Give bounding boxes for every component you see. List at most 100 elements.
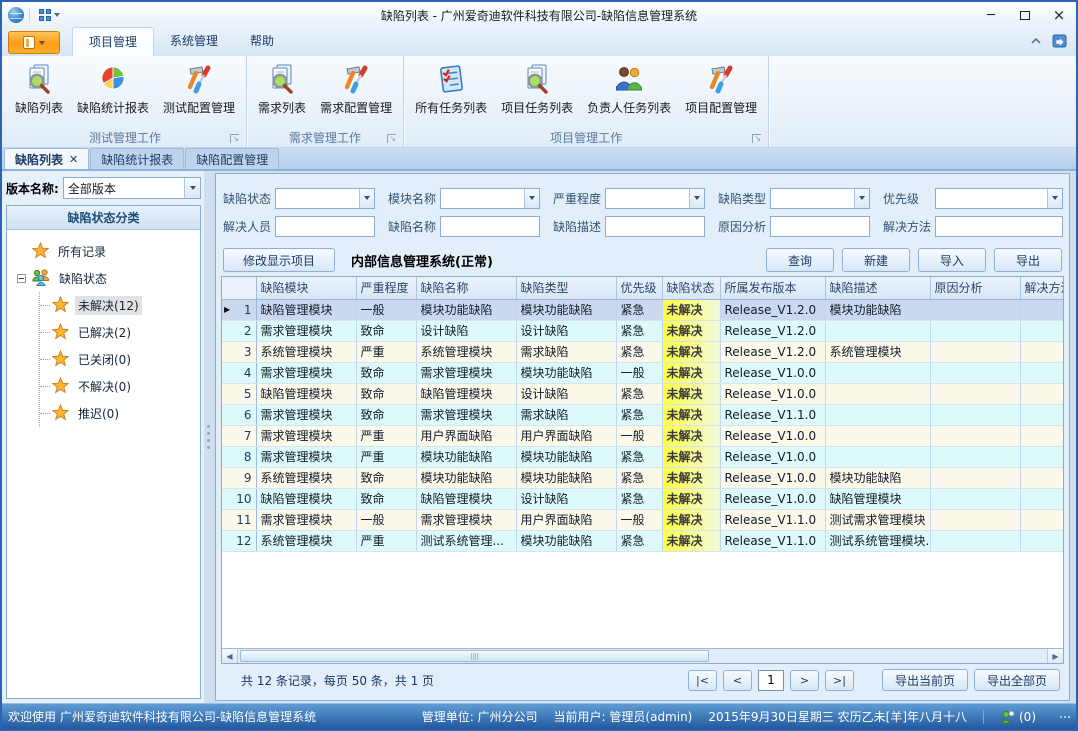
version-select[interactable]: 全部版本 xyxy=(63,177,201,199)
table-row[interactable]: 2需求管理模块致命设计缺陷设计缺陷紧急未解决Release_V1.2.0 xyxy=(222,320,1063,341)
table-row[interactable]: 10缺陷管理模块致命缺陷管理模块设计缺陷紧急未解决Release_V1.0.0缺… xyxy=(222,488,1063,509)
last-page-button[interactable]: >| xyxy=(825,670,854,691)
scrollbar-track[interactable] xyxy=(238,649,1047,663)
prev-page-button[interactable]: < xyxy=(723,670,752,691)
filter-input-缺陷描述[interactable] xyxy=(605,216,705,237)
grid-cell xyxy=(1020,362,1063,383)
tree-node[interactable]: 推迟(0) xyxy=(40,400,196,427)
statusbar-user-text: 当前用户: 管理员(admin) xyxy=(554,708,693,725)
maximize-button[interactable] xyxy=(1008,4,1042,26)
chevron-down-icon[interactable] xyxy=(524,189,539,208)
document-tab-缺陷配置管理[interactable]: 缺陷配置管理 xyxy=(185,148,279,169)
modify-display-items-button[interactable]: 修改显示项目 xyxy=(223,248,335,272)
filter-input-解决方法[interactable] xyxy=(935,216,1063,237)
tree-node[interactable]: 未解决(12) xyxy=(40,292,196,319)
filter-input-缺陷名称[interactable] xyxy=(440,216,540,237)
new-button[interactable]: 新建 xyxy=(842,248,910,272)
filter-dropdown-模块名称[interactable] xyxy=(440,188,540,209)
chevron-down-icon[interactable] xyxy=(854,189,869,208)
grid-cell: 严重 xyxy=(356,425,416,446)
tree-node[interactable]: 已关闭(0) xyxy=(40,346,196,373)
column-header-解决方法[interactable]: 解决方法 xyxy=(1020,277,1063,299)
filter-dropdown-缺陷类型[interactable] xyxy=(770,188,870,209)
dialog-launcher-icon[interactable]: ↘ xyxy=(387,134,396,143)
column-header-缺陷状态[interactable]: 缺陷状态 xyxy=(662,277,720,299)
ribbon-button[interactable]: 所有任务列表 xyxy=(408,60,494,118)
ribbon-button[interactable]: 需求配置管理 xyxy=(313,60,399,118)
resize-grip[interactable] xyxy=(1060,716,1070,718)
table-row[interactable]: 7需求管理模块严重用户界面缺陷用户界面缺陷一般未解决Release_V1.0.0 xyxy=(222,425,1063,446)
chevron-down-icon[interactable] xyxy=(359,189,374,208)
scroll-right-icon[interactable]: ▶ xyxy=(1047,649,1063,663)
close-button[interactable]: × xyxy=(1042,4,1076,26)
table-row[interactable]: ▶1缺陷管理模块一般模块功能缺陷模块功能缺陷紧急未解决Release_V1.2.… xyxy=(222,299,1063,320)
filter-dropdown-优先级[interactable] xyxy=(935,188,1063,209)
document-tab-缺陷列表[interactable]: 缺陷列表✕ xyxy=(4,148,89,169)
column-header-所属发布版本[interactable]: 所属发布版本 xyxy=(720,277,825,299)
tree-node[interactable]: 不解决(0) xyxy=(40,373,196,400)
chevron-down-icon[interactable] xyxy=(184,178,200,198)
filter-dropdown-严重程度[interactable] xyxy=(605,188,705,209)
filter-input-解决人员[interactable] xyxy=(275,216,375,237)
filter-input-原因分析[interactable] xyxy=(770,216,870,237)
column-header-原因分析[interactable]: 原因分析 xyxy=(930,277,1020,299)
grid-cell: 测试系统管理模块... xyxy=(825,530,930,551)
table-row[interactable]: 3系统管理模块严重系统管理模块需求缺陷紧急未解决Release_V1.2.0系统… xyxy=(222,341,1063,362)
column-header-严重程度[interactable]: 严重程度 xyxy=(356,277,416,299)
ribbon-button[interactable]: 项目任务列表 xyxy=(494,60,580,118)
column-header-缺陷模块[interactable]: 缺陷模块 xyxy=(256,277,356,299)
table-row[interactable]: 11需求管理模块一般需求管理模块用户界面缺陷一般未解决Release_V1.1.… xyxy=(222,509,1063,530)
ribbon-button[interactable]: 缺陷列表 xyxy=(8,60,70,118)
scroll-left-icon[interactable]: ◀ xyxy=(222,649,238,663)
page-number-input[interactable] xyxy=(758,670,784,691)
ribbon-tab-系统管理[interactable]: 系统管理 xyxy=(154,27,234,56)
next-page-button[interactable]: > xyxy=(790,670,819,691)
message-indicator[interactable]: (0) xyxy=(1000,710,1036,724)
help-window-icon[interactable] xyxy=(1052,33,1068,49)
chevron-down-icon[interactable] xyxy=(689,189,704,208)
quick-access-toolbar-button[interactable] xyxy=(35,7,64,23)
table-row[interactable]: 4需求管理模块致命需求管理模块模块功能缺陷一般未解决Release_V1.0.0 xyxy=(222,362,1063,383)
chevron-down-icon[interactable] xyxy=(1047,189,1062,208)
first-page-button[interactable]: |< xyxy=(688,670,717,691)
close-tab-icon[interactable]: ✕ xyxy=(69,153,78,166)
ribbon-button[interactable]: 负责人任务列表 xyxy=(580,60,678,118)
table-row[interactable]: 8需求管理模块严重模块功能缺陷模块功能缺陷紧急未解决Release_V1.0.0 xyxy=(222,446,1063,467)
dialog-launcher-icon[interactable]: ↘ xyxy=(752,134,761,143)
export-all-pages-button[interactable]: 导出全部页 xyxy=(974,669,1060,691)
export-button[interactable]: 导出 xyxy=(994,248,1062,272)
tree-node[interactable]: 已解决(2) xyxy=(40,319,196,346)
ribbon-button[interactable]: 项目配置管理 xyxy=(678,60,764,118)
collapse-ribbon-icon[interactable] xyxy=(1030,37,1042,45)
ribbon-tab-帮助[interactable]: 帮助 xyxy=(234,27,290,56)
grid-cell: 测试需求管理模块 xyxy=(825,509,930,530)
main-panel: 缺陷状态模块名称严重程度缺陷类型优先级 解决人员缺陷名称缺陷描述原因分析解决方法… xyxy=(215,173,1070,701)
table-row[interactable]: 12系统管理模块严重测试系统管理...模块功能缺陷紧急未解决Release_V1… xyxy=(222,530,1063,551)
table-row[interactable]: 5缺陷管理模块致命缺陷管理模块设计缺陷紧急未解决Release_V1.0.0 xyxy=(222,383,1063,404)
column-header-优先级[interactable]: 优先级 xyxy=(616,277,662,299)
import-button[interactable]: 导入 xyxy=(918,248,986,272)
column-header-缺陷名称[interactable]: 缺陷名称 xyxy=(416,277,516,299)
ribbon-button[interactable]: 需求列表 xyxy=(251,60,313,118)
column-header-缺陷类型[interactable]: 缺陷类型 xyxy=(516,277,616,299)
export-current-page-button[interactable]: 导出当前页 xyxy=(882,669,968,691)
horizontal-scrollbar[interactable]: ◀ ▶ xyxy=(222,648,1063,663)
ribbon-tab-项目管理[interactable]: 项目管理 xyxy=(72,27,154,56)
table-row[interactable]: 9系统管理模块致命模块功能缺陷模块功能缺陷紧急未解决Release_V1.0.0… xyxy=(222,467,1063,488)
filter-dropdown-缺陷状态[interactable] xyxy=(275,188,375,209)
query-button[interactable]: 查询 xyxy=(766,248,834,272)
table-row[interactable]: 6需求管理模块致命需求管理模块需求缺陷紧急未解决Release_V1.1.0 xyxy=(222,404,1063,425)
grid-cell: 需求管理模块 xyxy=(256,509,356,530)
scrollbar-thumb[interactable] xyxy=(240,650,709,662)
ribbon-button[interactable]: 缺陷统计报表 xyxy=(70,60,156,118)
application-menu-button[interactable] xyxy=(8,31,60,54)
splitter-handle[interactable] xyxy=(204,171,213,703)
tree-expander-icon[interactable] xyxy=(17,274,26,283)
ribbon-button[interactable]: 测试配置管理 xyxy=(156,60,242,118)
minimize-button[interactable]: ─ xyxy=(974,4,1008,26)
column-header-缺陷描述[interactable]: 缺陷描述 xyxy=(825,277,930,299)
document-tab-缺陷统计报表[interactable]: 缺陷统计报表 xyxy=(90,148,184,169)
tree-node[interactable]: 所有记录 xyxy=(17,238,196,265)
tree-node[interactable]: 缺陷状态 xyxy=(17,265,196,292)
dialog-launcher-icon[interactable]: ↘ xyxy=(230,134,239,143)
